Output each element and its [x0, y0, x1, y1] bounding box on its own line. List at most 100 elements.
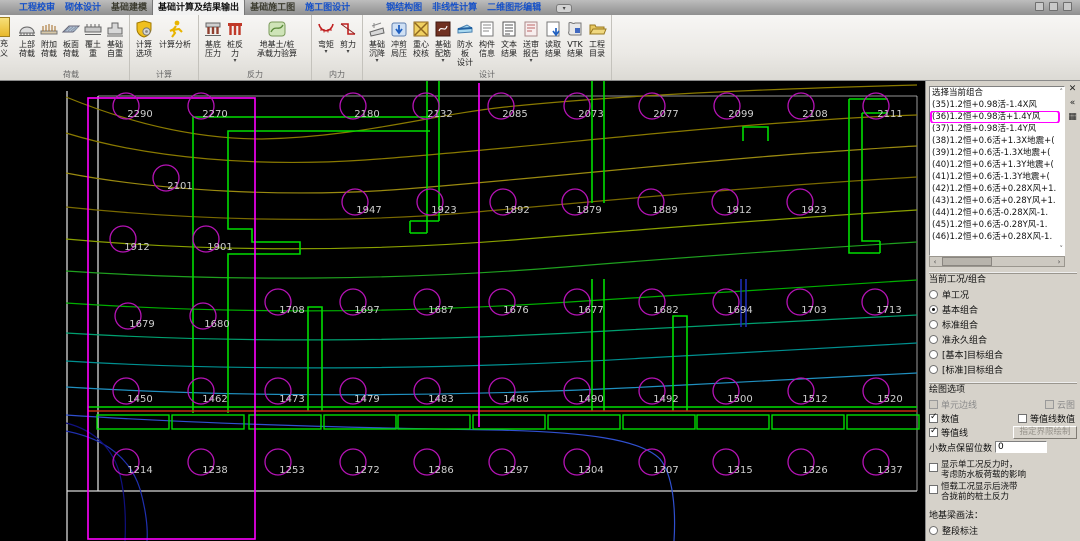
ribbon-button-上部荷载[interactable]: 上部 荷载: [16, 17, 38, 58]
extra-checkbox-1[interactable]: 显示单工况反力时， 考虑防水板荷载的影响: [929, 460, 1077, 480]
ribbon-button-桩反力[interactable]: 桩反力 ▾: [224, 17, 246, 64]
button-label: 承载力验算: [257, 49, 297, 58]
pile-reaction-value: 1947: [356, 205, 381, 216]
combo-list-item-43[interactable]: (43)1.2恒+0.6活+0.28Y风+1.: [930, 195, 1064, 207]
combo-list-item-44[interactable]: (44)1.2恒+0.6活-0.28X风-1.: [930, 207, 1064, 219]
ribbon-button-基底压力[interactable]: 基底 压力: [202, 17, 224, 58]
case-option-5[interactable]: [基本]目标组合: [929, 347, 1077, 362]
ribbon-button-基础配筋[interactable]: 基础 配筋 ▾: [432, 17, 454, 64]
mini-icon-2[interactable]: [1049, 2, 1058, 11]
ribbon-button-基础自重[interactable]: 基础 自重: [104, 17, 126, 58]
checkbox-label: 显示单工况反力时， 考虑防水板荷载的影响: [941, 460, 1027, 480]
radio-icon[interactable]: [929, 350, 938, 359]
collapse-icon[interactable]: «: [1070, 98, 1076, 108]
combo-hscrollbar[interactable]: ‹ ›: [929, 256, 1065, 267]
button-label: 基础: [369, 40, 385, 49]
case-option-3[interactable]: 标准组合: [929, 317, 1077, 332]
ribbon-button-送审报告[interactable]: 送审 报告 ▾: [520, 17, 542, 64]
mini-icon-1[interactable]: [1035, 2, 1044, 11]
tab-3[interactable]: 基础建模: [106, 0, 152, 15]
decimal-digits-input[interactable]: [995, 441, 1048, 453]
checkbox-icon[interactable]: [929, 426, 938, 437]
cad-canvas[interactable]: 2290 2270 2180 2132 2085 2073 2077 2099 2108 2111…: [0, 81, 925, 541]
tab-1[interactable]: 工程校审: [14, 0, 60, 15]
ribbon-button-工程目录[interactable]: 工程 目录: [586, 17, 608, 58]
mini-icon-3[interactable]: [1063, 2, 1072, 11]
tab-9[interactable]: 二维图形编辑: [482, 0, 546, 15]
combo-list-item-37[interactable]: (37)1.2恒+0.98活-1.4Y风: [930, 123, 1064, 135]
combo-list-item-41[interactable]: (41)1.2恒+0.6活-1.3Y地震+(: [930, 171, 1064, 183]
pile-reaction-value: 1901: [207, 242, 232, 253]
ribbon-button-弯矩[interactable]: 弯矩 ▾: [315, 17, 337, 55]
combo-list-item-36[interactable]: (36)1.2恒+0.98活+1.4Y风: [930, 111, 1064, 123]
combo-list-item-38[interactable]: (38)1.2恒+0.6活+1.3X地震+(: [930, 135, 1064, 147]
tab-7[interactable]: 钢结构图: [381, 0, 427, 15]
ribbon-button-重心校核[interactable]: 重心 校核: [410, 17, 432, 58]
radio-icon[interactable]: [929, 526, 938, 535]
combo-list-item-39[interactable]: (39)1.2恒+0.6活-1.3X地震+(: [930, 147, 1064, 159]
ribbon-button-地基土/桩承载力验算[interactable]: 地基土/桩 承载力验算: [246, 17, 308, 58]
checkbox-等值线数值[interactable]: 等值线数值: [1017, 412, 1075, 425]
ribbon-button-冲剪局压[interactable]: 冲剪 局压: [388, 17, 410, 58]
scroll-right-icon[interactable]: ›: [1054, 258, 1064, 266]
close-icon[interactable]: ✕: [1069, 84, 1077, 94]
combo-list-item-46[interactable]: (46)1.2恒+0.6活+0.28X风-1.: [930, 231, 1064, 243]
ribbon-button-读取结果[interactable]: 读取 结果: [542, 17, 564, 58]
tab-2[interactable]: 砌体设计: [60, 0, 106, 15]
tab-6[interactable]: 施工图设计: [300, 0, 355, 15]
dropdown-arrow-icon[interactable]: ▾: [324, 49, 327, 55]
ribbon-button-构件信息[interactable]: 构件 信息: [476, 17, 498, 58]
ribbon-button-文本结果[interactable]: 文本 结果: [498, 17, 520, 58]
checkbox-icon[interactable]: [929, 412, 938, 423]
ribbon-button-基础沉降[interactable]: 基础 沉降 ▾: [366, 17, 388, 64]
ribbon-button-计算分析[interactable]: 计算分析: [155, 17, 195, 49]
ribbon-button-防水板设计[interactable]: 防水板 设计: [454, 17, 476, 67]
checkbox-icon[interactable]: [929, 485, 938, 494]
checkbox-数值[interactable]: 数值: [929, 412, 959, 425]
tab-4[interactable]: 基础计算及结果输出: [152, 0, 246, 15]
combo-list-item-45[interactable]: (45)1.2恒+0.6活-0.28Y风-1.: [930, 219, 1064, 231]
dropdown-arrow-icon[interactable]: ▾: [529, 58, 532, 64]
radio-icon[interactable]: [929, 305, 938, 314]
radio-icon[interactable]: [929, 320, 938, 329]
ribbon-button-剪力[interactable]: 剪力 ▾: [337, 17, 359, 55]
grid-icon[interactable]: ▦: [1068, 112, 1077, 122]
radio-icon[interactable]: [929, 290, 938, 299]
dropdown-arrow-icon[interactable]: ▾: [375, 58, 378, 64]
case-option-1[interactable]: 单工况: [929, 287, 1077, 302]
ribbon-button-板面荷载[interactable]: 板面 荷载: [60, 17, 82, 58]
scroll-down-icon[interactable]: ˅: [1060, 245, 1064, 253]
combo-list-item-35[interactable]: (35)1.2恒+0.98活-1.4X风: [930, 99, 1064, 111]
radio-icon[interactable]: [929, 365, 938, 374]
tab-8[interactable]: 非线性计算: [427, 0, 482, 15]
combination-list[interactable]: 选择当前组合 (35)1.2恒+0.98活-1.4X风 (36)1.2恒+0.98…: [929, 86, 1065, 256]
hscroll-track[interactable]: [940, 257, 1054, 266]
radio-icon[interactable]: [929, 335, 938, 344]
ribbon-button-覆土重[interactable]: 覆土重: [82, 17, 104, 58]
dropdown-arrow-icon[interactable]: ▾: [441, 58, 444, 64]
extra-checkbox-2[interactable]: 恒载工况显示后浇带 合拢前的桩土反力: [929, 482, 1077, 502]
case-option-2[interactable]: 基本组合: [929, 302, 1077, 317]
hscroll-thumb[interactable]: [942, 257, 992, 266]
scroll-left-icon[interactable]: ‹: [930, 258, 940, 266]
ribbon-button-计算选项[interactable]: 计算 选项: [133, 17, 155, 58]
ribbon-partial-button[interactable]: 充义: [0, 15, 13, 80]
dropdown-arrow-icon[interactable]: ▾: [233, 58, 236, 64]
ribbon-button-VTK结果[interactable]: VTK 结果: [564, 17, 586, 58]
tab-overflow-button[interactable]: ▾: [556, 4, 573, 13]
scroll-up-icon[interactable]: ˄: [1060, 88, 1064, 96]
limit-draw-button[interactable]: 指定界限绘制: [1013, 425, 1077, 439]
ribbon-group-5: 基础 沉降 ▾ 冲剪 局压 重心 校核 基础 配筋 ▾ 防水板 设计 构件 信息 文本 结果 送审 报告 ▾ 读取 结果…: [363, 15, 612, 80]
titlebar-mini-icons[interactable]: [1035, 2, 1072, 11]
case-option-6[interactable]: [标准]目标组合: [929, 362, 1077, 377]
tab-5[interactable]: 基础施工图: [245, 0, 300, 15]
combo-list-item-42[interactable]: (42)1.2恒+0.6活+0.28X风+1.: [930, 183, 1064, 195]
checkbox-icon[interactable]: [1017, 413, 1027, 423]
dropdown-arrow-icon[interactable]: ▾: [346, 49, 349, 55]
beam-option-1[interactable]: 整段标注: [929, 523, 1077, 538]
case-option-4[interactable]: 准永久组合: [929, 332, 1077, 347]
checkbox-等值线[interactable]: 等值线: [929, 426, 968, 439]
ribbon-button-附加荷载[interactable]: 附加 荷载: [38, 17, 60, 58]
checkbox-icon[interactable]: [929, 463, 938, 472]
combo-list-item-40[interactable]: (40)1.2恒+0.6活+1.3Y地震+(: [930, 159, 1064, 171]
